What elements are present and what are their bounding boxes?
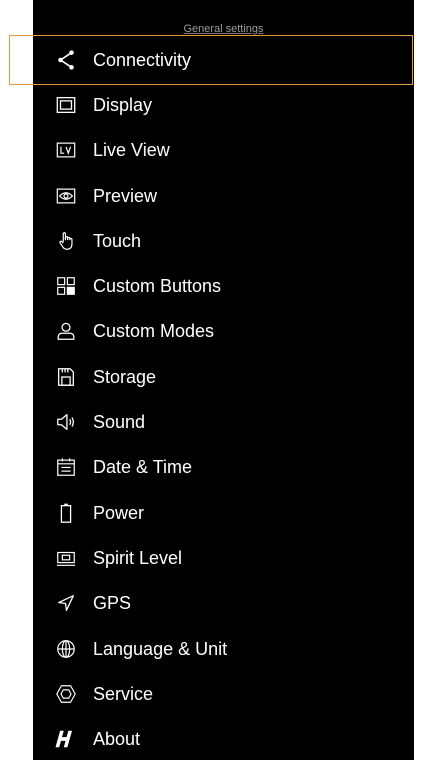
menu-item-label: Connectivity: [93, 49, 192, 70]
menu-item-label: Touch: [93, 230, 142, 251]
touch-hand-icon: [54, 229, 78, 253]
menu-item-label: Language & Unit: [93, 638, 228, 659]
menu-item-label: Date & Time: [93, 457, 193, 478]
menu-item-label: Custom Modes: [93, 321, 215, 342]
menu-item-label: Live View: [93, 140, 170, 161]
battery-icon: [54, 501, 78, 525]
menu-item-touch[interactable]: Touch: [33, 218, 414, 263]
custom-buttons-icon: [54, 274, 78, 298]
menu-item-label: GPS: [93, 593, 132, 614]
menu-item-label: Spirit Level: [93, 547, 183, 568]
level-icon: [54, 546, 78, 570]
menu-item-custom-modes[interactable]: Custom Modes: [33, 309, 414, 354]
menu-item-power[interactable]: Power: [33, 490, 414, 535]
menu-item-label: Custom Buttons: [93, 276, 222, 297]
live-view-icon: [54, 138, 78, 162]
menu-item-live-view[interactable]: Live View: [33, 128, 414, 173]
speaker-icon: [54, 410, 78, 434]
service-hex-icon: [54, 682, 78, 706]
menu-item-connectivity[interactable]: Connectivity: [33, 37, 414, 82]
menu-item-label: Display: [93, 94, 153, 115]
menu-item-label: About: [93, 729, 141, 750]
sd-card-icon: [54, 365, 78, 389]
display-icon: [54, 93, 78, 117]
menu-item-label: Sound: [93, 412, 146, 433]
menu-item-label: Power: [93, 502, 145, 523]
menu-item-custom-buttons[interactable]: Custom Buttons: [33, 263, 414, 308]
menu-item-language-unit[interactable]: Language & Unit: [33, 626, 414, 671]
brand-h-icon: [54, 727, 78, 751]
menu-item-storage[interactable]: Storage: [33, 354, 414, 399]
menu-item-date-time[interactable]: Date & Time: [33, 445, 414, 490]
location-arrow-icon: [54, 591, 78, 615]
menu-item-label: Preview: [93, 185, 158, 206]
share-icon: [54, 48, 78, 72]
menu-item-service[interactable]: Service: [33, 671, 414, 716]
menu-item-about[interactable]: About: [33, 716, 414, 761]
user-icon: [54, 319, 78, 343]
menu-item-label: Service: [93, 683, 154, 704]
menu-item-label: Storage: [93, 366, 157, 387]
menu-item-spirit-level[interactable]: Spirit Level: [33, 535, 414, 580]
page-title: General settings: [183, 23, 264, 35]
menu-item-gps[interactable]: GPS: [33, 581, 414, 626]
globe-icon: [54, 637, 78, 661]
eye-icon: [54, 184, 78, 208]
menu-item-display[interactable]: Display: [33, 82, 414, 127]
calendar-icon: [54, 455, 78, 479]
menu-item-preview[interactable]: Preview: [33, 173, 414, 218]
settings-menu: Connectivity Display Live View Preview T…: [33, 37, 414, 762]
menu-item-sound[interactable]: Sound: [33, 399, 414, 444]
